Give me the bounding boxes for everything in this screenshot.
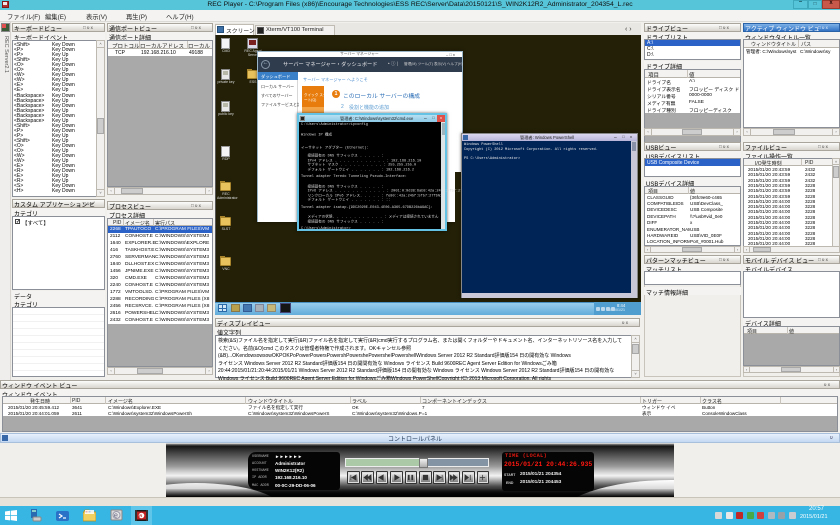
svg-text:e: e (114, 513, 118, 520)
svg-text:R: R (139, 513, 142, 518)
